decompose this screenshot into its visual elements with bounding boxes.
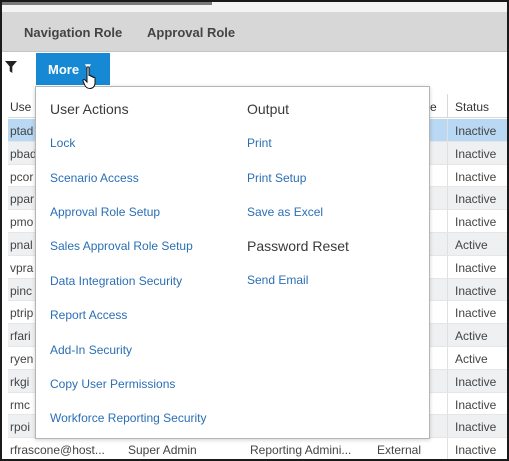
column-header-status[interactable]: Status (455, 100, 489, 114)
column-divider (447, 415, 448, 438)
column-divider (447, 119, 448, 141)
cell-status: Inactive (455, 215, 497, 230)
column-divider (447, 141, 448, 164)
column-divider (447, 369, 448, 392)
column-divider (447, 255, 448, 278)
hand-pointer-icon (82, 66, 96, 90)
menu-item-lock[interactable]: Lock (50, 136, 75, 150)
menu-item-copy-user-permissions[interactable]: Copy User Permissions (50, 377, 175, 391)
cell-status: Inactive (455, 169, 497, 184)
tab-navigation-role[interactable]: Navigation Role (24, 25, 122, 40)
column-divider (447, 164, 448, 187)
cell-approval-role: Reporting Admini... (250, 443, 352, 458)
cell-navigation-role: Super Admin (128, 443, 197, 458)
cell-status: Inactive (455, 146, 497, 161)
tab-approval-role[interactable]: Approval Role (147, 25, 235, 40)
cell-user: rfrascone@host... (10, 443, 105, 458)
cell-status: Inactive (455, 192, 497, 207)
column-divider (447, 438, 448, 459)
top-strip (2, 2, 507, 12)
menu-item-add-in-security[interactable]: Add-In Security (50, 343, 132, 357)
column-divider (447, 94, 448, 118)
cell-authentication: External (377, 443, 422, 458)
cell-status: Active (455, 238, 488, 252)
cell-status: Inactive (455, 397, 497, 412)
cell-status: Active (455, 352, 488, 366)
menu-item-print-setup[interactable]: Print Setup (247, 171, 306, 185)
column-divider (447, 187, 448, 210)
menu-item-scenario-access[interactable]: Scenario Access (50, 171, 139, 185)
cell-status: Inactive (455, 374, 497, 389)
column-divider (447, 301, 448, 324)
column-divider (447, 233, 448, 255)
column-divider (447, 324, 448, 346)
menu-header-output: Output (247, 101, 290, 117)
top-accent (2, 2, 212, 5)
cell-status: Active (455, 329, 488, 344)
menu-item-workforce-reporting-security[interactable]: Workforce Reporting Security (50, 411, 207, 425)
cell-status: Inactive (455, 124, 497, 138)
table-row[interactable]: rfrascone@host... Super Admin Reporting Ad… (8, 438, 507, 459)
menu-item-approval-role-setup[interactable]: Approval Role Setup (50, 205, 160, 219)
role-tabs: Navigation Role Approval Role (2, 12, 507, 52)
column-divider (447, 347, 448, 369)
menu-item-print[interactable]: Print (247, 136, 272, 150)
cell-status: Inactive (455, 420, 497, 435)
column-header-user[interactable]: Use (10, 100, 31, 114)
menu-header-user-actions: User Actions (50, 101, 129, 117)
cell-status: Inactive (455, 306, 497, 321)
filter-icon[interactable] (4, 60, 18, 74)
menu-item-data-integration-security[interactable]: Data Integration Security (50, 274, 182, 288)
more-dropdown-menu: User Actions Lock Scenario Access Approv… (35, 86, 430, 439)
column-divider (447, 392, 448, 415)
cell-status: Inactive (455, 283, 497, 298)
cell-status: Inactive (455, 260, 497, 275)
column-divider (447, 210, 448, 232)
more-button-label: More (48, 62, 80, 77)
app-window: Navigation Role Approval Role More ▼ Use… (0, 0, 509, 461)
menu-item-save-as-excel[interactable]: Save as Excel (247, 205, 323, 219)
column-header-authentication[interactable]: e (430, 100, 437, 114)
menu-item-send-email[interactable]: Send Email (247, 273, 308, 287)
column-divider (447, 278, 448, 301)
cell-status: Inactive (455, 443, 497, 458)
menu-item-sales-approval-role-setup[interactable]: Sales Approval Role Setup (50, 239, 193, 253)
toolbar: More ▼ (2, 53, 507, 85)
menu-header-password-reset: Password Reset (247, 238, 349, 254)
menu-item-report-access[interactable]: Report Access (50, 308, 127, 322)
